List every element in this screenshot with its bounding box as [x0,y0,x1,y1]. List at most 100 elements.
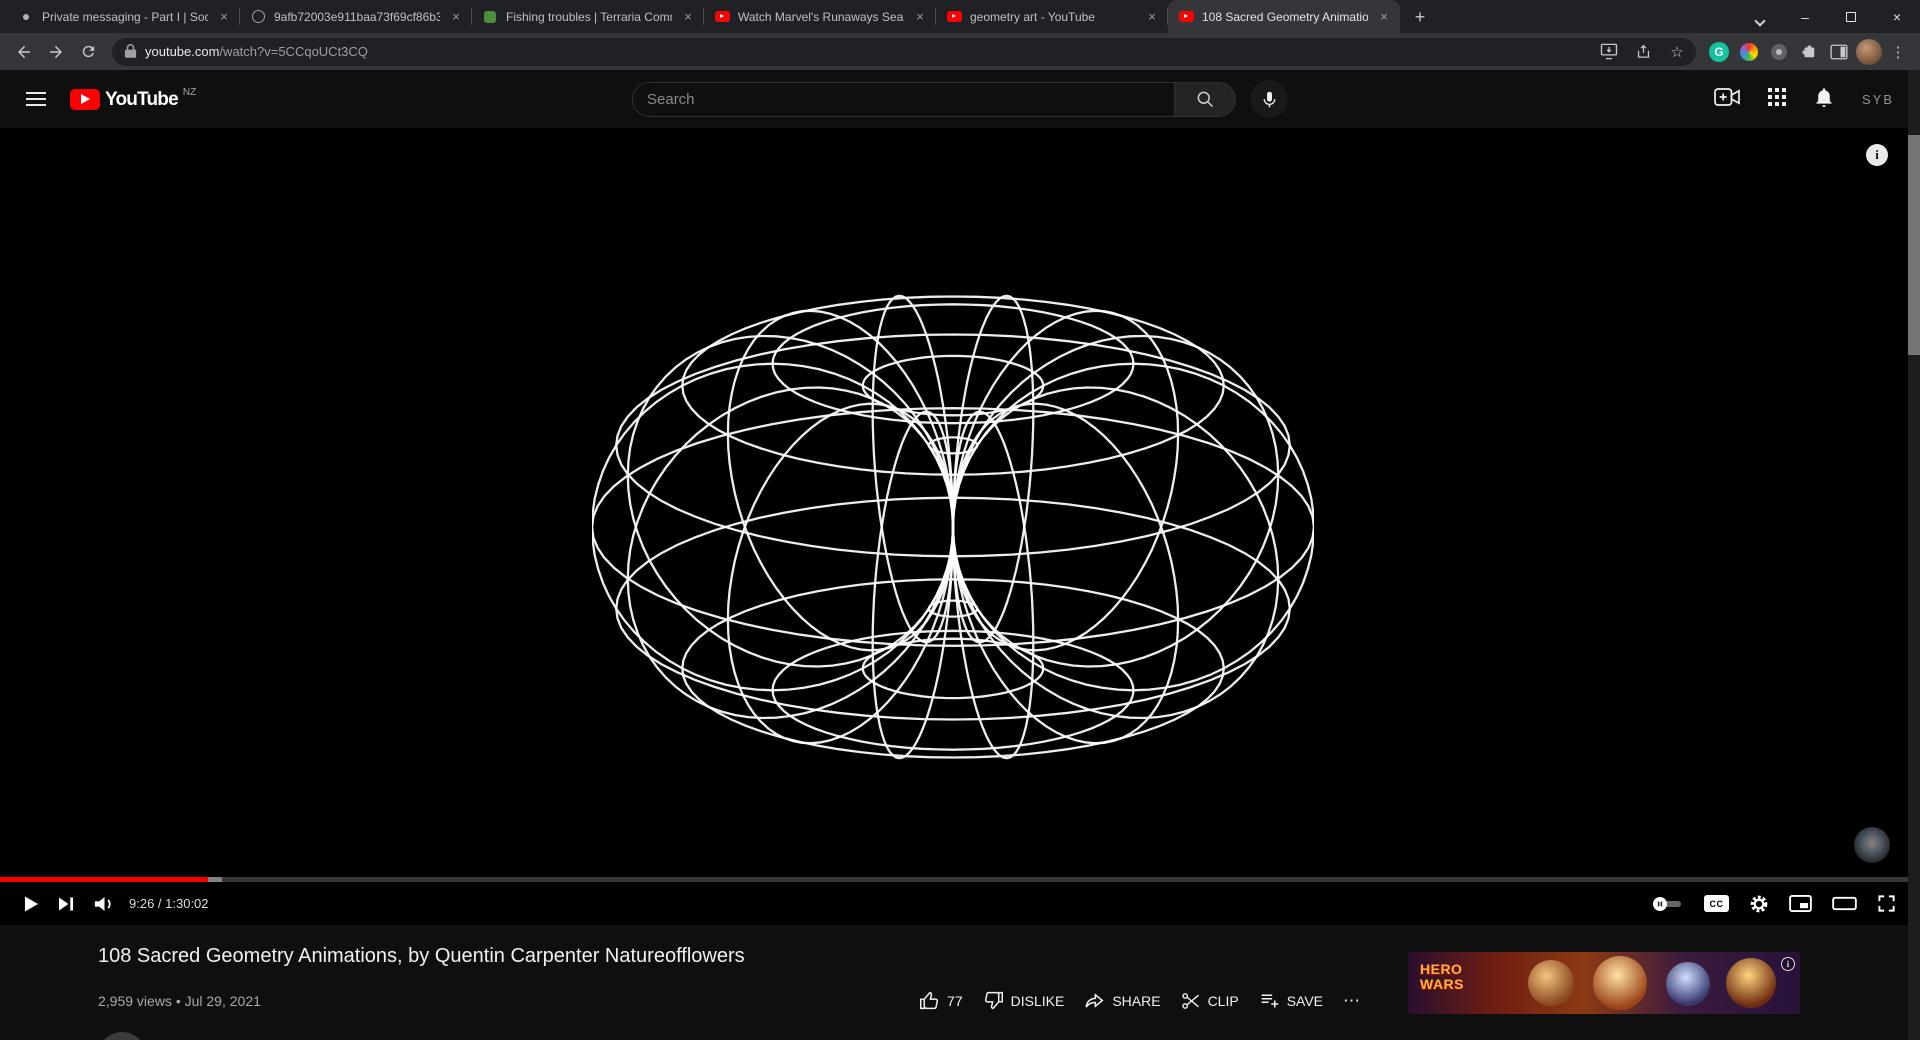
create-video-icon [1714,88,1740,106]
grammarly-extension-icon[interactable]: G [1706,39,1732,65]
ad-character-art [1528,960,1574,1006]
tab-close-icon[interactable]: × [912,9,928,25]
browser-tab-1[interactable]: Private messaging - Part I | Socke × [8,0,240,33]
account-initials[interactable]: SYB [1862,92,1894,107]
youtube-favicon [1178,9,1194,25]
browser-tab-4[interactable]: Watch Marvel's Runaways Seaso × [704,0,936,33]
forward-button[interactable] [42,38,70,66]
share-button[interactable]: SHARE [1074,982,1170,1019]
player-right-controls: CC [1640,894,1906,914]
tab-close-icon[interactable]: × [680,9,696,25]
notifications-button[interactable] [1814,86,1834,113]
bell-icon [1814,86,1834,108]
search-button[interactable] [1174,82,1236,117]
youtube-apps-button[interactable] [1768,88,1786,111]
more-actions-button[interactable]: ⋯ [1333,983,1372,1019]
video-player[interactable]: i 9:26 / 1:30:02 [0,128,1920,925]
tab-close-icon[interactable]: × [448,9,464,25]
captions-button[interactable]: CC [1694,895,1739,912]
browser-tab-active[interactable]: 108 Sacred Geometry Animation × [1168,0,1400,33]
reload-icon [80,43,97,60]
tab-search-chevron-icon[interactable] [1754,15,1765,26]
clip-label: CLIP [1208,993,1239,1009]
browser-menu-kebab-icon[interactable]: ⋮ [1886,43,1910,61]
views-and-date: 2,959 views • Jul 29, 2021 [98,993,261,1009]
sidebar-ad[interactable]: HERO WARS i [1408,952,1800,1014]
browser-toolbar: youtube.com/watch?v=5CCqoUCt3CQ ☆ G ⋮ [0,33,1920,70]
side-panel-glyph-icon [1830,44,1848,60]
player-controls: 9:26 / 1:30:02 CC [0,882,1920,925]
search-input[interactable] [632,82,1174,117]
play-button[interactable] [14,882,49,925]
miniplayer-icon [1789,895,1812,912]
watch-info-section: 108 Sacred Geometry Animations, by Quent… [0,925,1920,1040]
tab-close-icon[interactable]: × [1144,9,1160,25]
volume-button[interactable] [84,882,125,925]
share-arrow-icon [1084,990,1105,1011]
window-close-button[interactable]: × [1874,0,1920,33]
browser-tab-3[interactable]: Fishing troubles | Terraria Comm × [472,0,704,33]
browser-tab-2[interactable]: 9afb72003e911baa73f69cf86b3a × [240,0,472,33]
back-button[interactable] [10,38,38,66]
maximize-icon [1846,12,1856,22]
tab-title: 9afb72003e911baa73f69cf86b3a [274,10,440,24]
browser-tab-5[interactable]: geometry art - YouTube × [936,0,1168,33]
youtube-logo[interactable]: YouTube NZ [70,89,196,110]
ad-info-icon[interactable]: i [1781,957,1795,971]
color-extension-icon[interactable] [1736,39,1762,65]
bookmark-star-icon[interactable]: ☆ [1664,39,1690,65]
forward-arrow-icon [47,43,65,61]
scrollbar-thumb[interactable] [1908,135,1920,355]
youtube-logo-text: YouTube [105,89,178,110]
window-maximize-button[interactable] [1828,0,1874,33]
url-path: /watch?v=5CCqoUCt3CQ [219,44,367,59]
search-pill [632,82,1236,117]
progress-bar[interactable] [0,877,1920,882]
ad-logo-text: HERO WARS [1420,962,1464,991]
install-app-button[interactable] [1596,39,1622,65]
lock-icon [124,44,137,59]
settings-button[interactable] [1739,894,1779,914]
share-page-button[interactable] [1630,39,1656,65]
voice-search-button[interactable] [1250,80,1288,118]
ad-thumbnail[interactable]: HERO WARS i [1408,952,1800,1014]
create-video-button[interactable] [1714,88,1740,111]
miniplayer-button[interactable] [1779,895,1822,912]
youtube-region-code: NZ [183,87,196,98]
profile-avatar[interactable] [1856,39,1882,65]
install-icon [1600,43,1618,60]
wireframe-torus-video-frame [592,294,1314,760]
masthead-right: SYB [1714,86,1894,113]
reload-button[interactable] [74,38,102,66]
mic-icon [1261,90,1278,109]
cc-icon: CC [1704,895,1729,912]
youtube-masthead: YouTube NZ SYB [0,70,1920,128]
tab-title: 108 Sacred Geometry Animation [1202,10,1368,24]
share-page-icon [1635,43,1652,60]
channel-avatar[interactable] [98,1032,146,1040]
like-button[interactable]: 77 [909,982,973,1019]
share-label: SHARE [1112,993,1160,1009]
extensions-puzzle-icon[interactable] [1796,39,1822,65]
new-tab-button[interactable]: + [1406,3,1434,31]
tab-title: Watch Marvel's Runaways Seaso [738,10,904,24]
autoplay-toggle[interactable] [1640,896,1694,912]
search-area [632,80,1288,118]
fullscreen-button[interactable] [1867,894,1906,913]
theater-mode-button[interactable] [1822,895,1867,912]
address-bar[interactable]: youtube.com/watch?v=5CCqoUCt3CQ ☆ [112,38,1696,66]
channel-watermark [1854,827,1890,863]
grey-extension-icon[interactable] [1766,39,1792,65]
save-button[interactable]: SAVE [1249,982,1333,1019]
side-panel-icon[interactable] [1826,39,1852,65]
tab-close-icon[interactable]: × [1376,9,1392,25]
window-minimize-button[interactable]: – [1782,0,1828,33]
player-info-icon[interactable]: i [1866,144,1888,166]
tab-close-icon[interactable]: × [216,9,232,25]
clip-button[interactable]: CLIP [1171,983,1249,1019]
next-button[interactable] [49,882,84,925]
dislike-button[interactable]: DISLIKE [973,982,1075,1019]
browser-tab-strip: Private messaging - Part I | Socke × 9af… [0,0,1920,33]
guide-hamburger-button[interactable] [26,92,46,106]
video-meta-row: 2,959 views • Jul 29, 2021 77 DISLIKE SH… [98,982,1372,1019]
